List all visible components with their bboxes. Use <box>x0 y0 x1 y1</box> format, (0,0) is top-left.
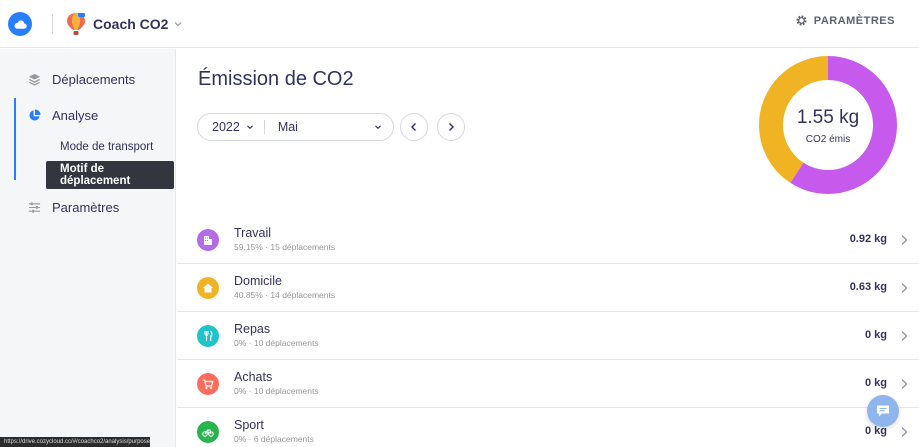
building-icon <box>204 236 212 245</box>
purpose-row-travail[interactable]: Travail 59.15% · 15 déplacements 0.92 kg <box>177 216 919 264</box>
month-select[interactable]: Mai <box>265 114 393 140</box>
sidebar-item-parametres[interactable]: Paramètres <box>0 189 176 225</box>
row-value: 0 kg <box>864 329 887 341</box>
row-title: Achats <box>234 370 273 384</box>
subitem-label: Motif de déplacement <box>60 163 131 187</box>
app-switcher[interactable]: Coach CO2 <box>66 10 183 38</box>
row-value: 0 kg <box>864 377 887 389</box>
chevron-down-icon <box>375 125 381 130</box>
chevron-down-icon <box>175 22 182 27</box>
year-value: 2022 <box>212 120 240 134</box>
purpose-list: Travail 59.15% · 15 déplacements 0.92 kg… <box>177 216 919 447</box>
icon-circle <box>197 325 219 347</box>
chevron-right-icon <box>901 379 908 389</box>
icon-circle <box>197 421 219 443</box>
cart-icon <box>203 379 214 389</box>
chevron-right-icon <box>449 123 454 131</box>
page-title: Émission de CO2 <box>198 68 354 90</box>
row-title: Domicile <box>234 274 282 288</box>
purpose-row-achats[interactable]: Achats 0% · 10 déplacements 0 kg <box>177 360 919 408</box>
sliders-icon <box>28 201 41 213</box>
cloud-icon[interactable] <box>8 12 32 36</box>
row-title: Sport <box>234 418 264 432</box>
chevron-right-icon <box>901 427 908 437</box>
row-subtitle: 40.85% · 14 déplacements <box>234 290 336 300</box>
app-name: Coach CO2 <box>93 16 169 32</box>
bike-icon <box>202 429 214 437</box>
top-edge <box>0 0 919 6</box>
sidebar-item-deplacements[interactable]: Déplacements <box>0 61 176 97</box>
feedback-chat-button[interactable] <box>867 395 899 427</box>
next-month-button[interactable] <box>437 113 465 141</box>
sidebar-item-label: Déplacements <box>52 71 136 87</box>
purpose-row-repas[interactable]: Repas 0% · 10 déplacements 0 kg <box>177 312 919 360</box>
year-select[interactable]: 2022 <box>198 114 264 140</box>
settings-label: PARAMÈTRES <box>813 14 895 27</box>
purpose-row-domicile[interactable]: Domicile 40.85% · 14 déplacements 0.63 k… <box>177 264 919 312</box>
top-bar: Coach CO2 PARAMÈTRES <box>0 0 919 48</box>
month-value: Mai <box>277 120 298 134</box>
row-subtitle: 0% · 6 déplacements <box>234 434 314 444</box>
row-value: 0.63 kg <box>849 281 887 293</box>
icon-circle <box>197 277 219 299</box>
purpose-row-sport[interactable]: Sport 0% · 6 déplacements 0 kg <box>177 408 919 447</box>
sidebar-item-label: Paramètres <box>52 199 120 215</box>
cutlery-icon <box>204 330 213 341</box>
chevron-right-icon <box>901 235 908 245</box>
row-title: Travail <box>234 226 272 240</box>
row-subtitle: 0% · 10 déplacements <box>234 338 319 348</box>
sidebar-item-label: Analyse <box>52 107 99 123</box>
gear-icon <box>796 15 807 26</box>
icon-circle <box>197 229 219 251</box>
subitem-label: Mode de transport <box>60 141 154 153</box>
sidebar-subitem-mode-transport[interactable]: Mode de transport <box>46 133 174 161</box>
icon-circle <box>197 373 219 395</box>
layers-icon <box>28 73 41 86</box>
status-bar-url: https://drive.cozycloud.cc/#/coachco2/an… <box>0 437 150 447</box>
total-co2-label: CO2 émis <box>805 134 851 145</box>
header-separator <box>52 14 53 34</box>
chevron-down-icon <box>246 125 253 130</box>
chevron-left-icon <box>411 123 416 131</box>
settings-button[interactable]: PARAMÈTRES <box>795 14 895 27</box>
row-value: 0.92 kg <box>849 233 887 245</box>
date-selector: 2022 Mai <box>197 113 394 141</box>
row-title: Repas <box>234 322 271 336</box>
total-co2-value: 1.55 kg <box>796 107 860 128</box>
row-subtitle: 0% · 10 déplacements <box>234 386 319 396</box>
hot-air-balloon-icon <box>67 13 85 35</box>
chat-icon <box>877 405 889 417</box>
chevron-right-icon <box>901 331 908 341</box>
row-subtitle: 59.15% · 15 déplacements <box>234 242 336 252</box>
sidebar: Déplacements Analyse Mode de transport M… <box>0 49 176 447</box>
sidebar-item-analyse[interactable]: Analyse <box>0 97 176 133</box>
previous-month-button[interactable] <box>400 113 428 141</box>
pie-chart-icon <box>29 108 41 121</box>
sidebar-subitem-motif-deplacement[interactable]: Motif de déplacement <box>46 161 174 189</box>
chevron-right-icon <box>901 283 908 293</box>
home-icon <box>203 283 213 293</box>
co2-donut-chart: 1.55 kg CO2 émis <box>758 55 898 195</box>
